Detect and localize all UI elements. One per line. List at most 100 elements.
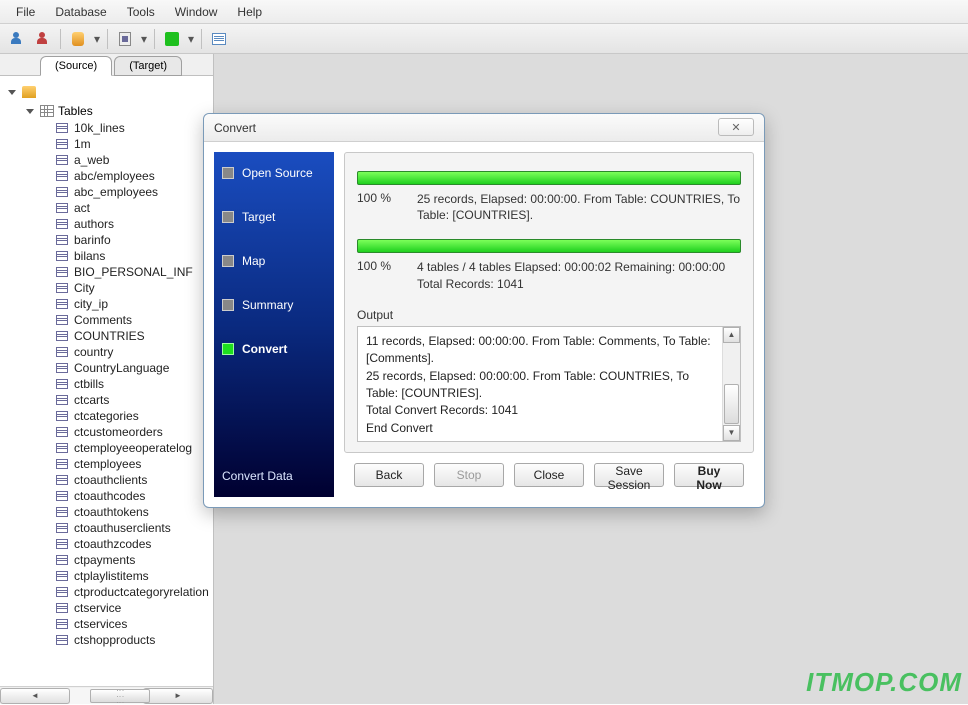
wizard-step-label: Map <box>242 254 265 268</box>
back-button[interactable]: Back <box>354 463 424 487</box>
output-label: Output <box>357 308 741 322</box>
table-icon <box>56 315 68 325</box>
tree-table-item[interactable]: ctservices <box>56 616 209 632</box>
run-icon[interactable] <box>161 28 183 50</box>
close-button[interactable]: Close <box>514 463 584 487</box>
expand-icon[interactable] <box>26 109 34 114</box>
wizard-step-icon <box>222 167 234 179</box>
list-icon[interactable] <box>208 28 230 50</box>
tree-table-item[interactable]: ctcarts <box>56 392 209 408</box>
tree-table-item[interactable]: 1m <box>56 136 209 152</box>
table-icon <box>56 219 68 229</box>
database-icon[interactable] <box>67 28 89 50</box>
tree-table-item[interactable]: CountryLanguage <box>56 360 209 376</box>
table-name: 10k_lines <box>74 121 125 135</box>
wizard-step[interactable]: Convert <box>222 342 326 356</box>
connect-icon[interactable] <box>6 28 28 50</box>
tree-table-item[interactable]: City <box>56 280 209 296</box>
close-icon[interactable]: ✕ <box>718 118 754 136</box>
chevron-down-icon[interactable]: ▾ <box>187 32 195 46</box>
disconnect-icon[interactable] <box>32 28 54 50</box>
tree-table-item[interactable]: ctoauthuserclients <box>56 520 209 536</box>
dialog-titlebar[interactable]: Convert ✕ <box>204 114 764 142</box>
tree-table-item[interactable]: ctcustomeorders <box>56 424 209 440</box>
tree-table-item[interactable]: ctplaylistitems <box>56 568 209 584</box>
tree-table-item[interactable]: ctproductcategoryrelation <box>56 584 209 600</box>
tree-table-item[interactable]: ctemployees <box>56 456 209 472</box>
wizard-step[interactable]: Target <box>222 210 326 224</box>
output-text[interactable]: 11 records, Elapsed: 00:00:00. From Tabl… <box>358 327 722 441</box>
tree-table-item[interactable]: Comments <box>56 312 209 328</box>
table-icon <box>56 395 68 405</box>
menu-file[interactable]: File <box>6 2 45 22</box>
tree-table-item[interactable]: ctoauthcodes <box>56 488 209 504</box>
database-icon <box>22 86 36 98</box>
tree-table-item[interactable]: authors <box>56 216 209 232</box>
save-session-button[interactable]: Save Session <box>594 463 664 487</box>
menu-tools[interactable]: Tools <box>117 2 165 22</box>
table-name: barinfo <box>74 233 111 247</box>
tree-table-item[interactable]: ctoauthzcodes <box>56 536 209 552</box>
tree-table-item[interactable]: BIO_PERSONAL_INF <box>56 264 209 280</box>
tab-source[interactable]: (Source) <box>40 56 112 76</box>
server-icon[interactable] <box>114 28 136 50</box>
table-icon <box>56 555 68 565</box>
tree-database-node[interactable] <box>8 86 209 98</box>
tree-table-item[interactable]: abc_employees <box>56 184 209 200</box>
table-name: ctproductcategoryrelation <box>74 585 209 599</box>
menu-database[interactable]: Database <box>45 2 116 22</box>
tree-table-item[interactable]: ctemployeeoperatelog <box>56 440 209 456</box>
table-icon <box>56 507 68 517</box>
tree-table-item[interactable]: abc/employees <box>56 168 209 184</box>
tree-table-item[interactable]: city_ip <box>56 296 209 312</box>
tree-table-item[interactable]: country <box>56 344 209 360</box>
tables-label: Tables <box>58 104 93 118</box>
wizard-step-icon <box>222 255 234 267</box>
table-name: COUNTRIES <box>74 329 145 343</box>
tree-table-item[interactable]: a_web <box>56 152 209 168</box>
chevron-down-icon[interactable]: ▾ <box>140 32 148 46</box>
scroll-down-icon[interactable]: ▼ <box>723 425 740 441</box>
tree-table-item[interactable]: ctoauthtokens <box>56 504 209 520</box>
tree-table-item[interactable]: ctbills <box>56 376 209 392</box>
tree-table-item[interactable]: act <box>56 200 209 216</box>
wizard-step[interactable]: Map <box>222 254 326 268</box>
scroll-right-icon[interactable]: ► <box>143 688 213 704</box>
table-icon <box>56 235 68 245</box>
scroll-track[interactable] <box>70 688 143 704</box>
expand-icon[interactable] <box>8 90 16 95</box>
scroll-track[interactable] <box>723 343 740 425</box>
tree-table-item[interactable]: ctservice <box>56 600 209 616</box>
stop-button[interactable]: Stop <box>434 463 504 487</box>
table-name: ctcustomeorders <box>74 425 163 439</box>
tree-tables-node[interactable]: Tables <box>26 104 209 118</box>
tree-table-item[interactable]: barinfo <box>56 232 209 248</box>
tree-table-item[interactable]: ctcategories <box>56 408 209 424</box>
scroll-left-icon[interactable]: ◄ <box>0 688 70 704</box>
table-icon <box>56 635 68 645</box>
table-icon <box>56 523 68 533</box>
tree-view[interactable]: Tables 10k_lines1ma_webabc/employeesabc_… <box>0 76 213 686</box>
scroll-thumb[interactable] <box>724 384 739 424</box>
scroll-thumb[interactable] <box>90 689 150 703</box>
tree-table-item[interactable]: 10k_lines <box>56 120 209 136</box>
chevron-down-icon[interactable]: ▾ <box>93 32 101 46</box>
tab-target[interactable]: (Target) <box>114 56 182 76</box>
wizard-step[interactable]: Summary <box>222 298 326 312</box>
table-icon <box>56 443 68 453</box>
tree-table-item[interactable]: COUNTRIES <box>56 328 209 344</box>
tree-table-item[interactable]: ctpayments <box>56 552 209 568</box>
buy-now-button[interactable]: Buy Now <box>674 463 744 487</box>
horizontal-scrollbar[interactable]: ◄ ► <box>0 686 213 704</box>
tree-table-item[interactable]: ctshopproducts <box>56 632 209 648</box>
tree-table-item[interactable]: ctoauthclients <box>56 472 209 488</box>
menu-window[interactable]: Window <box>165 2 228 22</box>
tree-table-item[interactable]: bilans <box>56 248 209 264</box>
wizard-step[interactable]: Open Source <box>222 166 326 180</box>
vertical-scrollbar[interactable]: ▲ ▼ <box>722 327 740 441</box>
menu-help[interactable]: Help <box>227 2 272 22</box>
separator <box>107 29 108 49</box>
wizard-nav: Open SourceTargetMapSummaryConvert Conve… <box>214 152 334 497</box>
scroll-up-icon[interactable]: ▲ <box>723 327 740 343</box>
table-name: ctcarts <box>74 393 109 407</box>
